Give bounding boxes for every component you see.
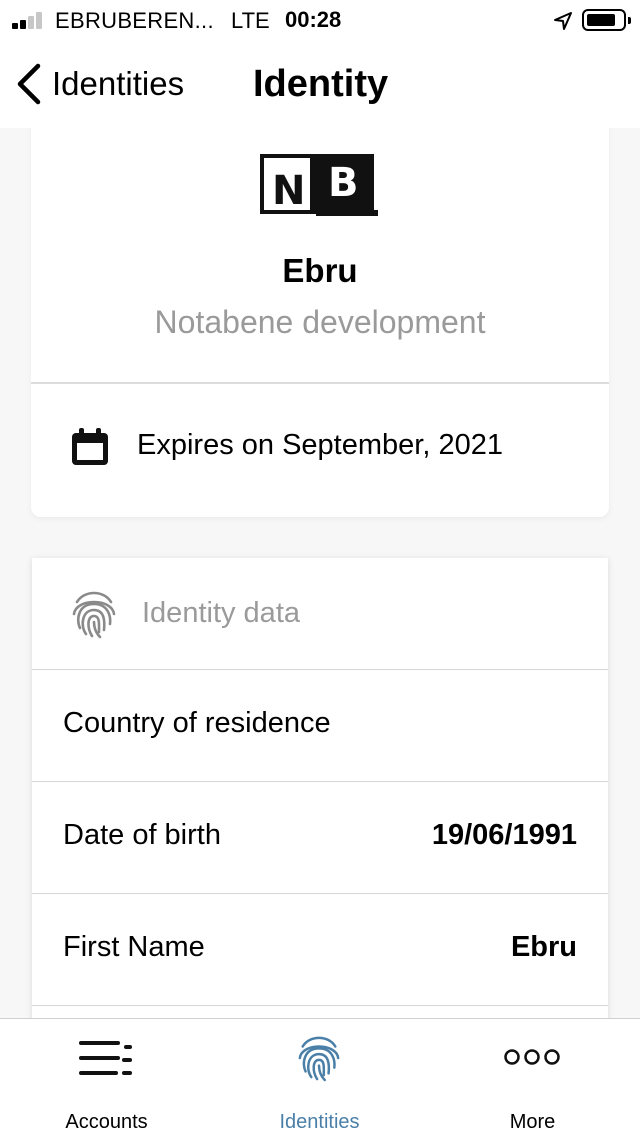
calendar-icon [72, 428, 108, 465]
tab-bar: Accounts Identities More [0, 1018, 640, 1136]
network-type: LTE [231, 8, 270, 33]
navigation-bar: Identities Identity [0, 40, 640, 128]
data-row-date-of-birth[interactable]: Date of birth 19/06/1991 [32, 782, 608, 894]
data-row-country-of-residence[interactable]: Country of residence [32, 670, 608, 782]
fingerprint-icon [298, 1036, 340, 1082]
row-label: Country of residence [63, 707, 331, 739]
location-arrow-icon [554, 12, 572, 30]
back-button[interactable]: Identities [14, 60, 184, 108]
identity-organization: Notabene development [154, 304, 486, 340]
svg-text:N: N [272, 168, 305, 214]
tab-label: Accounts [65, 1111, 148, 1133]
tab-label: Identities [279, 1111, 360, 1133]
tab-more[interactable]: More [426, 1019, 639, 1136]
tab-label: More [509, 1111, 556, 1133]
data-row-first-name[interactable]: First Name Ebru [32, 894, 608, 1006]
row-value: Ebru [510, 931, 577, 963]
signal-strength-icon [12, 11, 48, 29]
tab-identities[interactable]: Identities [213, 1019, 426, 1136]
expiry-date-text: Expires on September, 2021 [137, 429, 503, 461]
divider [31, 382, 609, 384]
carrier-name: EBRUBEREN... [55, 8, 214, 33]
issuer-logo: N B [260, 154, 378, 216]
more-dots-icon [504, 1049, 560, 1065]
content-scroll-area[interactable]: N B Ebru Notabene development Expires on… [0, 128, 640, 1018]
tab-accounts[interactable]: Accounts [0, 1019, 213, 1136]
identity-data-header: Identity data [32, 558, 608, 670]
identity-card: N B Ebru Notabene development Expires on… [31, 128, 609, 517]
row-label: Date of birth [63, 819, 221, 851]
accounts-list-icon [79, 1041, 132, 1075]
battery-icon [582, 9, 631, 31]
svg-text:B: B [328, 160, 359, 206]
chevron-left-icon [17, 63, 41, 105]
identity-name: Ebru [282, 252, 358, 289]
status-time: 00:28 [285, 7, 342, 32]
row-value: 19/06/1991 [431, 819, 577, 851]
back-button-label: Identities [52, 65, 185, 102]
row-label: First Name [63, 931, 205, 963]
page-title: Identity [253, 63, 389, 105]
status-bar: EBRUBEREN... LTE 00:28 [0, 0, 640, 40]
fingerprint-icon [72, 591, 116, 639]
identity-data-title: Identity data [142, 597, 300, 629]
identity-data-card: Identity data Country of residence Date … [32, 558, 608, 1018]
